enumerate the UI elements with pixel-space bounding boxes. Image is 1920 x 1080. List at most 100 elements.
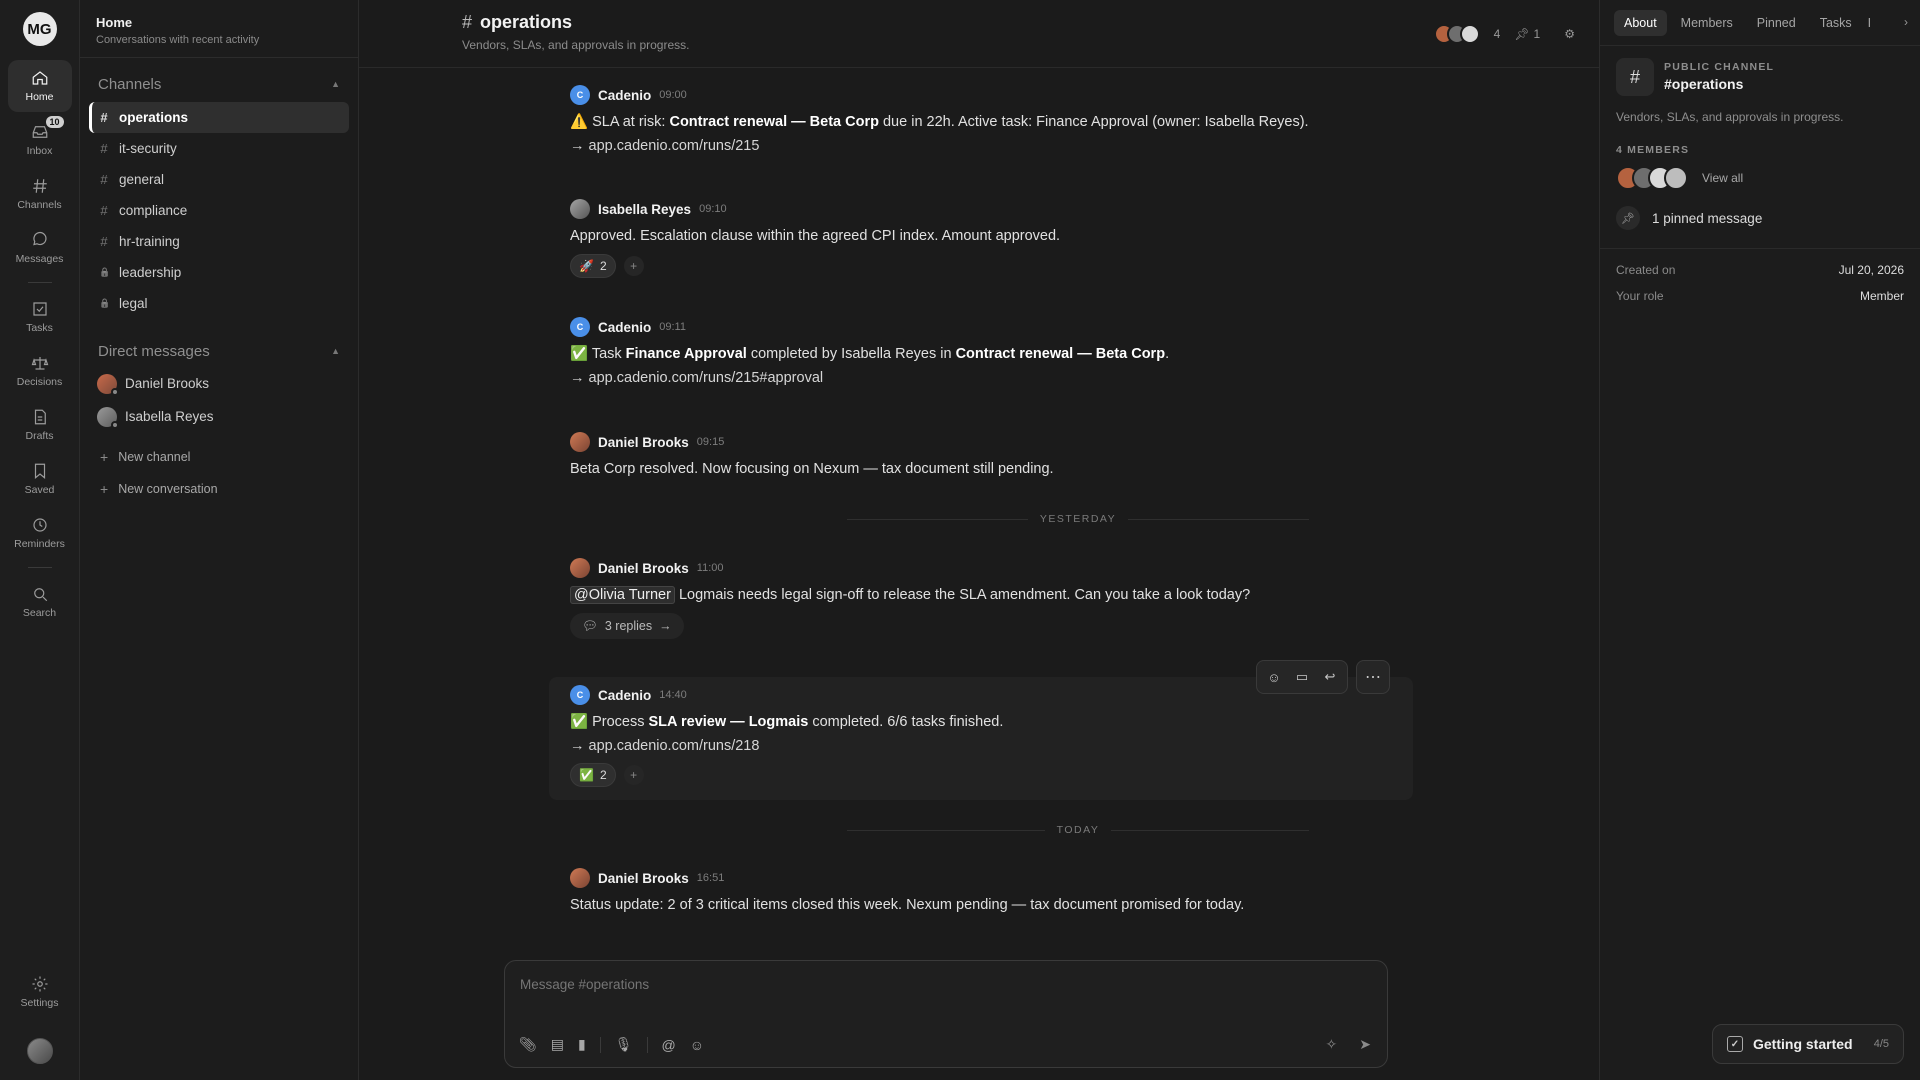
rail-divider bbox=[27, 567, 52, 568]
dm-section-header[interactable]: Direct messages ▲ bbox=[80, 339, 358, 363]
rail-settings[interactable]: Settings bbox=[8, 966, 72, 1018]
run-link[interactable]: → app.cadenio.com/runs/215#approval bbox=[570, 370, 1440, 386]
message: Daniel Brooks 09:15 Beta Corp resolved. N… bbox=[560, 432, 1440, 478]
lock-icon: 🔒 bbox=[99, 298, 111, 308]
pin-icon: 📌︎ bbox=[1514, 26, 1530, 41]
rail-channels-label: Channels bbox=[17, 199, 62, 211]
sidebar-item-legal[interactable]: 🔒 legal bbox=[89, 288, 349, 319]
avatar: C bbox=[570, 317, 590, 337]
message-text: . bbox=[1165, 346, 1170, 362]
rail-messages[interactable]: Messages bbox=[8, 222, 72, 274]
ai-sparkle-icon[interactable]: ✧ bbox=[1326, 1036, 1338, 1053]
sidebar-item-leadership[interactable]: 🔒 leadership bbox=[89, 257, 349, 288]
sidebar-item-it-security[interactable]: # it-security bbox=[89, 133, 349, 164]
panel-channel-name: #operations bbox=[1664, 76, 1744, 92]
author-name[interactable]: Daniel Brooks bbox=[598, 435, 689, 450]
tab-members[interactable]: Members bbox=[1671, 10, 1743, 36]
author-name[interactable]: Cadenio bbox=[598, 688, 651, 703]
scale-icon bbox=[31, 357, 48, 370]
channel-label: operations bbox=[119, 110, 189, 125]
reaction-count: 2 bbox=[599, 259, 607, 273]
reaction-pill[interactable]: 🚀 2 bbox=[570, 254, 616, 278]
hash-icon bbox=[32, 179, 47, 193]
run-link[interactable]: → app.cadenio.com/runs/218 bbox=[570, 738, 1440, 754]
channels-section-header[interactable]: Channels ▲ bbox=[80, 72, 358, 96]
message-text: due in 22h. Active task: Finance Approva… bbox=[878, 114, 1309, 130]
thread-replies-button[interactable]: 💬︎ 3 replies → bbox=[570, 613, 684, 639]
member-avatars[interactable] bbox=[1433, 23, 1480, 44]
author-name[interactable]: Cadenio bbox=[598, 88, 651, 103]
pinned-button[interactable]: 📌︎ 1 bbox=[1514, 27, 1540, 41]
checklist-icon: ✓ bbox=[1727, 1036, 1743, 1052]
add-reaction-button[interactable]: + bbox=[623, 765, 644, 785]
rail-drafts[interactable]: Drafts bbox=[8, 399, 72, 451]
file-icon[interactable]: ▤ bbox=[551, 1036, 564, 1053]
rail-home[interactable]: Home bbox=[7, 60, 72, 112]
sidebar-item-hr-training[interactable]: # hr-training bbox=[89, 226, 349, 257]
author-name[interactable]: Cadenio bbox=[598, 320, 651, 335]
chevron-up-icon[interactable]: ▲ bbox=[331, 346, 340, 356]
sidebar-item-general[interactable]: # general bbox=[89, 164, 349, 195]
author-name[interactable]: Isabella Reyes bbox=[598, 202, 691, 217]
inbox-badge: 10 bbox=[45, 116, 64, 128]
sidebar-title: Home bbox=[96, 15, 133, 30]
add-reaction-button[interactable]: + bbox=[623, 256, 644, 276]
microphone-icon[interactable]: 🎙︎ bbox=[615, 1036, 633, 1053]
tab-about[interactable]: About bbox=[1614, 9, 1667, 36]
sidebar-item-dm-daniel-brooks[interactable]: Daniel Brooks bbox=[89, 367, 349, 400]
emoji-icon[interactable]: ☺ bbox=[690, 1037, 704, 1053]
user-avatar[interactable] bbox=[26, 1038, 53, 1064]
new-channel-button[interactable]: + New channel bbox=[80, 441, 358, 473]
workspace-avatar[interactable]: MG bbox=[22, 12, 57, 46]
plus-icon: + bbox=[100, 481, 109, 497]
author-name[interactable]: Daniel Brooks bbox=[598, 561, 689, 576]
paperclip-icon[interactable]: 📎︎ bbox=[519, 1036, 537, 1053]
tab-pinned[interactable]: Pinned bbox=[1747, 10, 1806, 36]
getting-started-button[interactable]: ✓ Getting started 4/5 bbox=[1712, 1024, 1904, 1064]
rail-channels[interactable]: Channels bbox=[8, 168, 72, 220]
channel-header: # operations Vendors, SLAs, and approvals… bbox=[359, 0, 1599, 68]
message-input[interactable] bbox=[520, 977, 1220, 992]
rail-home-label: Home bbox=[25, 91, 54, 103]
message-text: SLA at risk: bbox=[588, 114, 670, 130]
sidebar-item-compliance[interactable]: # compliance bbox=[89, 195, 349, 226]
message-text: Status update: 2 of 3 critical items clo… bbox=[570, 897, 1245, 913]
tab-tasks[interactable]: Tasks bbox=[1810, 10, 1862, 36]
member-avatars[interactable] bbox=[1616, 166, 1688, 190]
send-icon[interactable]: ➤ bbox=[1359, 1036, 1371, 1053]
run-link[interactable]: → app.cadenio.com/runs/215 bbox=[570, 138, 1440, 154]
message: C Cadenio 09:00 ⚠️ SLA at risk: Contract r… bbox=[560, 85, 1440, 154]
gear-icon[interactable]: ⚙︎ bbox=[1564, 27, 1575, 41]
getting-started-label: Getting started bbox=[1753, 1036, 1853, 1052]
tab-overflow[interactable]: I bbox=[1866, 10, 1873, 36]
sidebar-item-dm-isabella-reyes[interactable]: Isabella Reyes bbox=[89, 400, 349, 433]
author-name[interactable]: Daniel Brooks bbox=[598, 871, 689, 886]
rail-saved[interactable]: Saved bbox=[8, 453, 72, 505]
message-feed: C Cadenio 09:00 ⚠️ SLA at risk: Contract r… bbox=[359, 68, 1599, 1080]
bookmark-icon bbox=[34, 463, 45, 480]
dm-heading: Direct messages bbox=[98, 342, 210, 360]
chevron-right-icon[interactable]: › bbox=[1904, 15, 1908, 29]
sidebar-item-operations[interactable]: # operations bbox=[89, 102, 349, 133]
message-text: Beta Corp resolved. Now focusing on Nexu… bbox=[570, 461, 1054, 477]
view-all-link[interactable]: View all bbox=[1702, 171, 1743, 185]
chevron-up-icon[interactable]: ▲ bbox=[331, 79, 340, 89]
rail-search[interactable]: Search bbox=[8, 576, 72, 628]
hash-icon: # bbox=[462, 12, 473, 32]
rail-decisions[interactable]: Decisions bbox=[8, 345, 72, 397]
hash-icon: # bbox=[100, 203, 108, 218]
rail-tasks[interactable]: Tasks bbox=[8, 291, 72, 343]
mention[interactable]: @Olivia Turner bbox=[570, 586, 675, 604]
pinned-message-row[interactable]: 📌︎ 1 pinned message bbox=[1600, 190, 1920, 249]
reaction-pill[interactable]: ✅ 2 bbox=[570, 763, 616, 787]
at-mention-icon[interactable]: @ bbox=[662, 1037, 676, 1053]
home-icon bbox=[32, 71, 47, 85]
rail-inbox[interactable]: 10 Inbox bbox=[8, 114, 72, 166]
new-conversation-button[interactable]: + New conversation bbox=[80, 473, 358, 505]
bar-chart-icon[interactable]: ▮ bbox=[578, 1036, 586, 1053]
date-divider-label: TODAY bbox=[1056, 824, 1100, 836]
replies-label: 3 replies bbox=[604, 619, 653, 633]
reaction-count: 2 bbox=[599, 768, 607, 782]
rail-reminders[interactable]: Reminders bbox=[8, 507, 72, 559]
message: C Cadenio 14:40 ✅ Process SLA review — Log… bbox=[560, 685, 1440, 787]
